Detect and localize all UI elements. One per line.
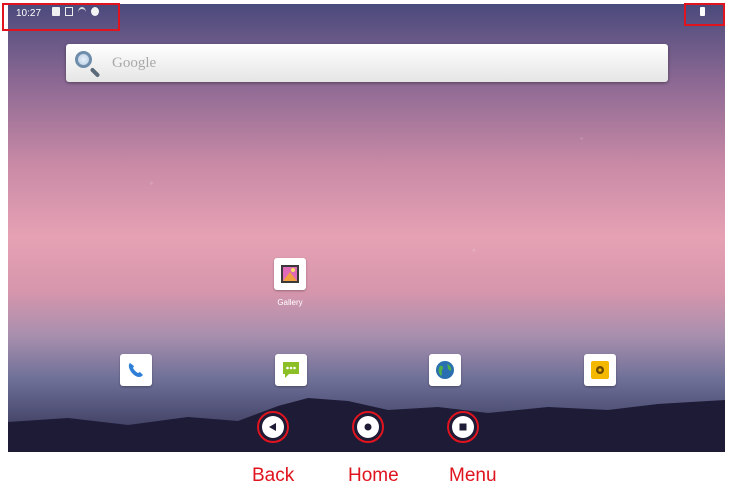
search-icon bbox=[75, 51, 92, 68]
phone-icon bbox=[128, 363, 143, 377]
app-label-gallery: Gallery bbox=[277, 298, 303, 307]
messaging-app[interactable] bbox=[275, 354, 307, 386]
gallery-icon bbox=[281, 265, 299, 283]
back-caption: Back bbox=[252, 465, 295, 486]
status-area-highlight bbox=[2, 3, 120, 31]
battery-highlight bbox=[684, 3, 725, 26]
home-caption: Home bbox=[348, 465, 399, 486]
menu-caption: Menu bbox=[449, 465, 497, 486]
messaging-icon bbox=[283, 362, 299, 378]
home-highlight-ring bbox=[352, 411, 384, 443]
browser-app[interactable] bbox=[429, 354, 461, 386]
search-placeholder: Google bbox=[112, 55, 157, 71]
settings-icon bbox=[591, 361, 609, 379]
menu-highlight-ring bbox=[447, 411, 479, 443]
phone-app[interactable] bbox=[120, 354, 152, 386]
google-search-bar[interactable]: Google bbox=[66, 44, 668, 82]
back-highlight-ring bbox=[257, 411, 289, 443]
home-screen: 10:27 Google Gallery bbox=[8, 4, 725, 452]
settings-app[interactable] bbox=[584, 354, 616, 386]
gallery-app[interactable] bbox=[274, 258, 306, 290]
globe-icon bbox=[436, 361, 454, 379]
